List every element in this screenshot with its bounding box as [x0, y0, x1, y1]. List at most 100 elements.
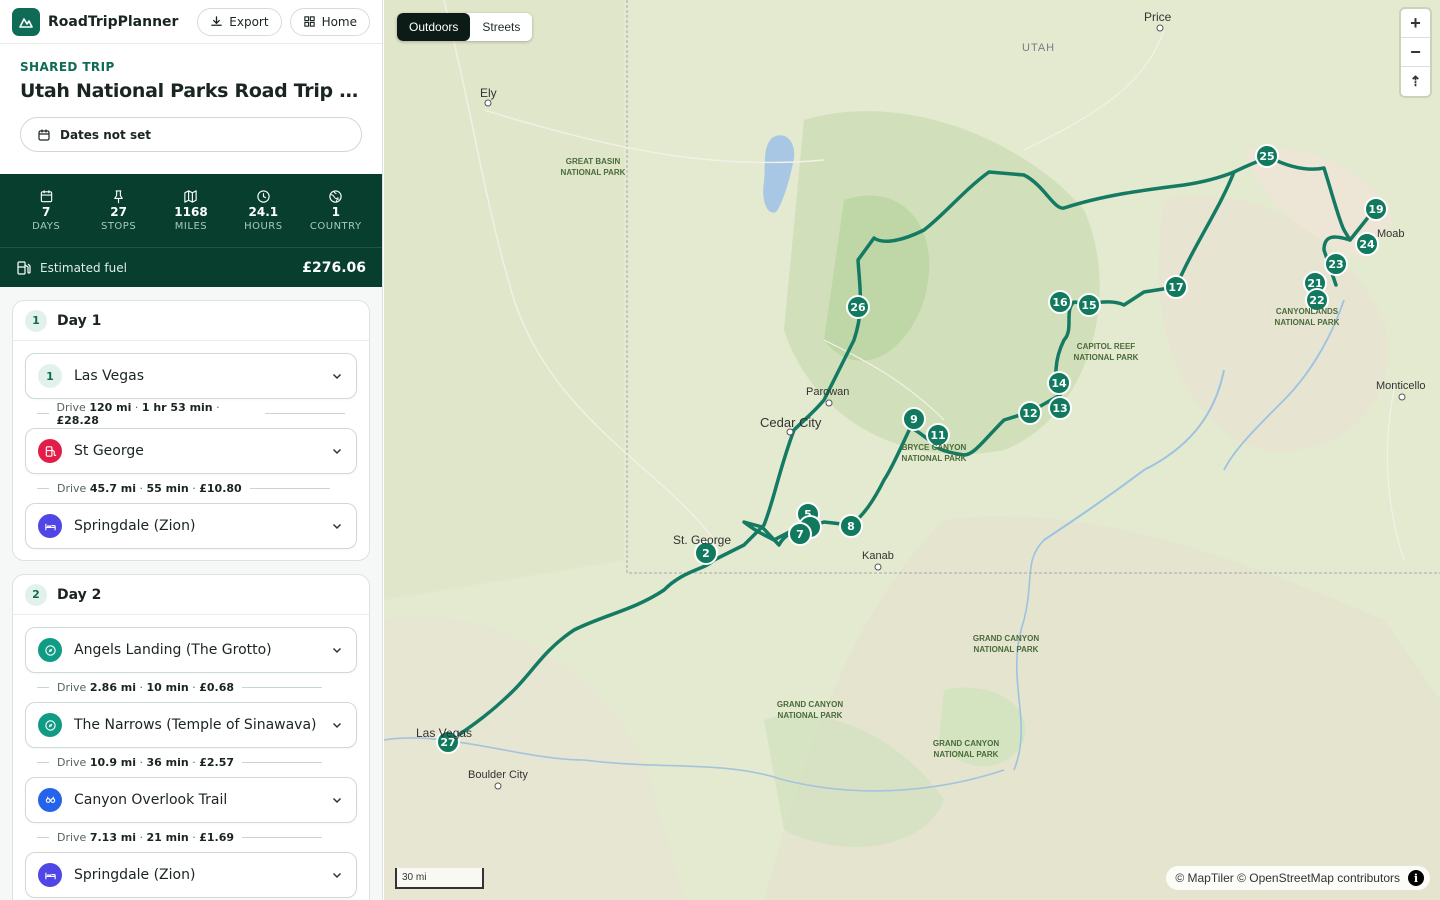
- stop-number-badge: 1: [38, 364, 62, 388]
- stop-name: Springdale (Zion): [74, 867, 196, 883]
- drive-time: 21 min: [146, 831, 189, 844]
- pin-icon: [114, 190, 123, 204]
- day-header[interactable]: 2 Day 2: [13, 575, 369, 615]
- drive-time: 10 min: [146, 681, 189, 694]
- chevron-down-icon[interactable]: [330, 868, 344, 882]
- stop-name: Canyon Overlook Trail: [74, 792, 228, 808]
- route-marker[interactable]: 14: [1047, 371, 1071, 395]
- globe-icon: [329, 190, 342, 203]
- drive-segment: Drive 45.7 mi · 55 min · £10.80: [13, 474, 369, 503]
- chevron-down-icon[interactable]: [330, 519, 344, 533]
- svg-text:13: 13: [1052, 402, 1067, 415]
- dates-button[interactable]: Dates not set: [20, 117, 362, 152]
- route-marker[interactable]: 12: [1018, 401, 1042, 425]
- drive-cost: £1.69: [199, 831, 235, 844]
- stat-value: 27: [110, 205, 127, 219]
- home-button[interactable]: Home: [289, 7, 370, 36]
- route-marker[interactable]: 26: [846, 295, 870, 319]
- svg-text:11: 11: [930, 429, 945, 442]
- drive-time: 55 min: [146, 482, 189, 495]
- chevron-down-icon[interactable]: [330, 643, 344, 657]
- route-marker[interactable]: 25: [1255, 144, 1279, 168]
- stat-label: STOPS: [100, 221, 137, 232]
- home-label: Home: [321, 14, 357, 29]
- drive-distance: 10.9 mi: [89, 756, 137, 769]
- estimated-fuel: Estimated fuel £276.06: [0, 247, 382, 287]
- chevron-down-icon[interactable]: [330, 369, 344, 383]
- drive-distance: 45.7 mi: [89, 482, 137, 495]
- export-button[interactable]: Export: [197, 7, 282, 36]
- chevron-down-icon[interactable]: [330, 718, 344, 732]
- place-label: Price: [1144, 10, 1172, 24]
- stop-item[interactable]: The Narrows (Temple of Sinawava): [25, 702, 357, 748]
- zoom-out-button[interactable]: −: [1401, 38, 1430, 67]
- place-label: Ely: [480, 86, 497, 100]
- route-marker[interactable]: 24: [1355, 232, 1379, 256]
- top-bar: RoadTripPlanner Export Home: [0, 0, 382, 44]
- stop-item[interactable]: 1 Las Vegas: [25, 353, 357, 399]
- stop-name: Las Vegas: [74, 368, 144, 384]
- drive-cost: £2.57: [199, 756, 235, 769]
- drive-time: 1 hr 53 min: [141, 400, 213, 414]
- stat-miles: 1168 MILES: [157, 189, 225, 232]
- svg-text:16: 16: [1052, 296, 1068, 309]
- grid-icon: [303, 16, 315, 27]
- place-label: Monticello: [1376, 380, 1426, 392]
- stat-label: DAYS: [32, 221, 61, 232]
- zoom-in-button[interactable]: +: [1401, 9, 1430, 38]
- calendar-icon: [38, 129, 50, 141]
- trip-header: SHARED TRIP Utah National Parks Road Tri…: [0, 44, 382, 174]
- route-marker[interactable]: 15: [1077, 293, 1101, 317]
- streets-style-button[interactable]: Streets: [470, 13, 532, 41]
- bed-icon: [38, 514, 62, 538]
- drive-prefix: Drive: [56, 400, 86, 414]
- dates-label: Dates not set: [60, 127, 151, 142]
- stop-item[interactable]: Canyon Overlook Trail: [25, 777, 357, 823]
- route-marker[interactable]: 7: [788, 522, 812, 546]
- svg-text:19: 19: [1368, 203, 1383, 216]
- stop-item[interactable]: Springdale (Zion): [25, 852, 357, 898]
- route-marker[interactable]: 16: [1048, 290, 1072, 314]
- place-label: Moab: [1377, 228, 1405, 240]
- svg-text:8: 8: [847, 520, 855, 533]
- day-header[interactable]: 1 Day 1: [13, 301, 369, 341]
- stat-value: 24.1: [248, 205, 279, 219]
- stat-label: HOURS: [244, 221, 283, 232]
- chevron-down-icon[interactable]: [330, 793, 344, 807]
- fuel-label: Estimated fuel: [40, 260, 127, 275]
- route-marker[interactable]: 17: [1164, 275, 1188, 299]
- route-marker[interactable]: 8: [839, 514, 863, 538]
- route-marker[interactable]: 19: [1364, 197, 1388, 221]
- route-map[interactable]: 2 5 7 8 9 11 12 13 14 15 16 17 19 21 22 …: [384, 0, 1440, 900]
- route-marker[interactable]: 23: [1324, 252, 1348, 276]
- day-list: 1 Day 1 1 Las Vegas Drive 120 mi · 1 hr …: [0, 287, 382, 900]
- day-number-badge: 1: [25, 309, 47, 332]
- svg-text:2: 2: [702, 547, 710, 560]
- chevron-down-icon[interactable]: [330, 444, 344, 458]
- park-label: CAPITOL REEF NATIONAL PARK: [1073, 342, 1139, 362]
- park-label: GRAND CANYON NATIONAL PARK: [776, 700, 844, 720]
- place-label: Boulder City: [468, 769, 528, 781]
- svg-text:23: 23: [1328, 258, 1343, 271]
- stop-item[interactable]: St George: [25, 428, 357, 474]
- map-icon: [184, 190, 198, 203]
- day-title: Day 2: [57, 586, 102, 603]
- day-title: Day 1: [57, 312, 102, 329]
- info-icon[interactable]: i: [1408, 870, 1424, 886]
- brand[interactable]: RoadTripPlanner: [12, 7, 189, 36]
- drive-segment: Drive 120 mi · 1 hr 53 min · £28.28: [13, 399, 369, 428]
- place-label: Parowan: [806, 386, 850, 398]
- calendar-icon: [40, 190, 52, 203]
- export-label: Export: [229, 14, 269, 29]
- attribution-text[interactable]: © MapTiler © OpenStreetMap contributors: [1175, 871, 1400, 885]
- route-marker[interactable]: 13: [1048, 396, 1072, 420]
- route-marker[interactable]: 9: [902, 407, 926, 431]
- stat-label: COUNTRY: [309, 221, 362, 232]
- place-label: Las Vegas: [416, 726, 473, 740]
- map-style-toggle: Outdoors Streets: [397, 13, 533, 41]
- reset-north-button[interactable]: ⇡: [1401, 67, 1430, 96]
- outdoors-style-button[interactable]: Outdoors: [397, 13, 471, 41]
- stop-item[interactable]: Springdale (Zion): [25, 503, 357, 549]
- stop-item[interactable]: Angels Landing (The Grotto): [25, 627, 357, 673]
- place-label: St. George: [673, 533, 732, 547]
